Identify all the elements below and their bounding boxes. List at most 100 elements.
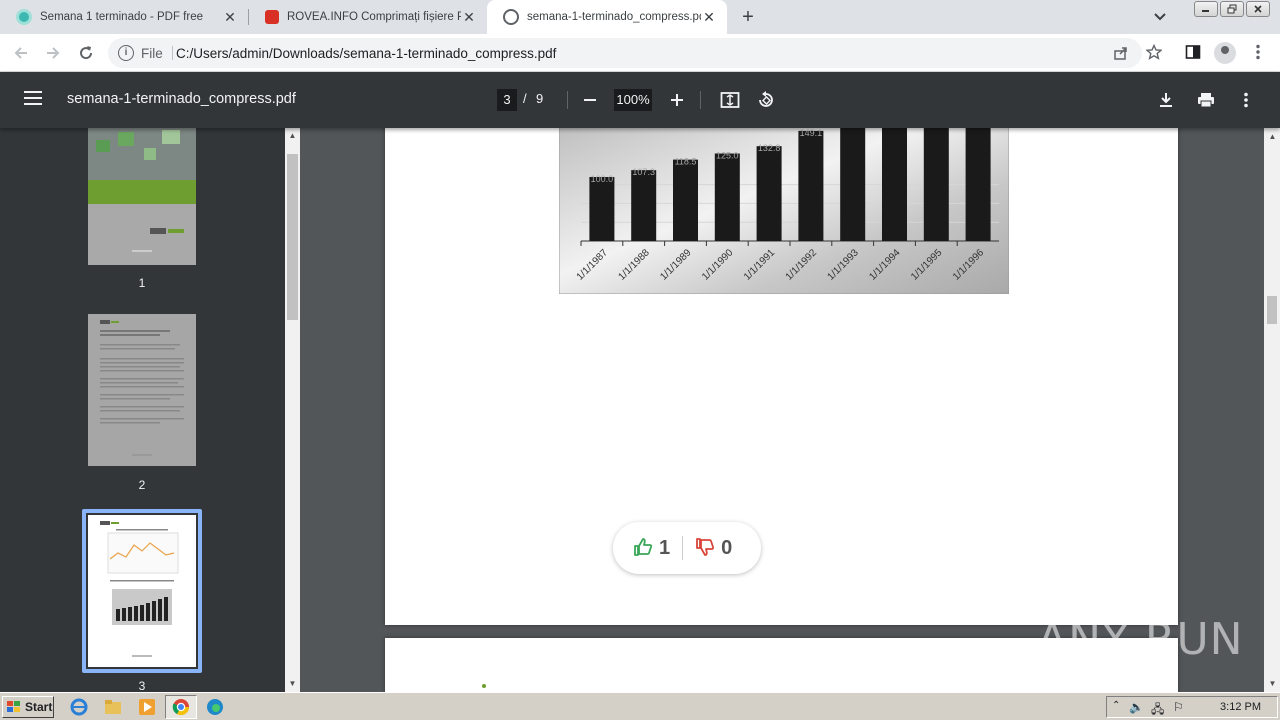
share-icon[interactable] (1113, 45, 1129, 61)
network-icon[interactable]: 🖧 (1151, 700, 1164, 720)
globe-icon (503, 9, 519, 25)
media-player-icon[interactable] (138, 698, 156, 716)
tab-title: Semana 1 terminado - PDF free (40, 11, 203, 23)
print-icon[interactable] (1194, 88, 1218, 112)
chart-bar (965, 128, 991, 241)
minimize-button[interactable] (1194, 1, 1218, 17)
main-scroll-thumb[interactable] (1267, 296, 1277, 324)
windows-logo-icon (7, 701, 20, 712)
volume-icon[interactable]: 🔈 (1129, 700, 1144, 714)
browser-toolbar: i File C:/Users/admin/Downloads/semana-1… (0, 34, 1280, 72)
toolbar-divider (567, 91, 568, 109)
vote-widget: 1 0 (613, 522, 761, 574)
thumbnail-page-3[interactable] (88, 515, 196, 667)
edge-icon[interactable] (206, 698, 224, 716)
tab-favicon-icon (265, 10, 279, 24)
thumbnail-page-2[interactable] (88, 314, 196, 466)
menu-icon[interactable] (24, 91, 42, 105)
rotate-icon[interactable] (754, 88, 778, 112)
pdf-document-area[interactable]: 100.0 1/1/1987 107.3 1/1/1988 118.5 1/1/1989 1… (300, 128, 1264, 692)
start-label: Start (25, 700, 53, 714)
tab-rovea[interactable]: ROVEA.INFO Comprimați fișiere PDF ✕ (249, 0, 487, 34)
chrome-icon (172, 699, 190, 716)
side-panel-icon[interactable] (1185, 44, 1201, 60)
chart-bar (714, 153, 740, 241)
chart-bar (589, 177, 615, 241)
tab-semana-pdf-free[interactable]: Semana 1 terminado - PDF free ✕ (0, 0, 248, 34)
scroll-down-arrow-icon[interactable]: ▼ (288, 679, 297, 688)
sidebar-scroll-thumb[interactable] (287, 154, 298, 320)
chrome-menu-icon[interactable] (1250, 44, 1266, 60)
profile-avatar[interactable] (1214, 42, 1236, 64)
bullet-dot (482, 684, 486, 688)
thumbs-down-icon[interactable] (695, 537, 715, 560)
page-number-input[interactable]: 3 (497, 89, 517, 111)
fit-page-icon[interactable] (718, 88, 742, 112)
close-icon[interactable]: ✕ (222, 9, 238, 25)
thumbnail-number: 1 (138, 276, 146, 290)
tab-pdf-active[interactable]: semana-1-terminado_compress.pdf ✕ (487, 0, 727, 34)
start-button[interactable]: Start (2, 696, 54, 718)
clock: 3:12 PM (1220, 701, 1261, 713)
zoom-input[interactable]: 100% (614, 89, 652, 111)
forward-icon[interactable] (42, 42, 64, 64)
close-icon[interactable]: ✕ (701, 9, 717, 25)
reload-icon[interactable] (75, 42, 97, 64)
chrome-taskbar-button[interactable] (165, 695, 197, 719)
data-label: 107.3 (632, 167, 655, 177)
chart-bar (756, 146, 782, 241)
flag-icon[interactable]: ⚐ (1173, 700, 1184, 714)
data-label: 132.8 (758, 143, 781, 153)
internet-explorer-icon[interactable] (70, 698, 88, 716)
anyrun-watermark: ANY RUN (1037, 614, 1244, 665)
system-tray: ⌃ 🔈 🖧 ⚐ 3:12 PM (1106, 696, 1278, 718)
address-bar[interactable]: i File C:/Users/admin/Downloads/semana-1… (108, 38, 1142, 68)
bookmark-star-icon[interactable] (1146, 44, 1162, 60)
bar-chart: 100.01/1/1987107.31/1/1988118.51/1/19891… (559, 128, 1009, 294)
data-label: 100.0 (591, 174, 614, 184)
chart-bar (673, 159, 698, 241)
data-label: 118.5 (675, 157, 697, 167)
pdf-page-3: 100.0 1/1/1987 107.3 1/1/1988 118.5 1/1/1989 1… (385, 128, 1178, 625)
tab-title: ROVEA.INFO Comprimați fișiere PDF (287, 11, 461, 23)
new-tab-button[interactable]: + (737, 6, 759, 28)
zoom-in-icon[interactable] (665, 88, 689, 112)
document-title: semana-1-terminado_compress.pdf (67, 91, 296, 107)
downvote-count: 0 (721, 536, 733, 559)
scroll-down-arrow-icon[interactable]: ▼ (1268, 679, 1277, 688)
more-icon[interactable] (1234, 88, 1258, 112)
chart-bar (923, 128, 949, 241)
thumbnail-page-1[interactable] (88, 128, 196, 265)
close-window-button[interactable] (1246, 1, 1270, 17)
back-icon[interactable] (10, 42, 32, 64)
tray-expand-icon[interactable]: ⌃ (1112, 700, 1120, 711)
zoom-out-icon[interactable] (578, 88, 602, 112)
main-scrollbar[interactable]: ▲ ▼ (1264, 128, 1280, 692)
file-explorer-icon[interactable] (104, 698, 122, 716)
thumbs-up-icon[interactable] (633, 537, 653, 560)
toolbar-divider (700, 91, 701, 109)
chart-bar (882, 128, 907, 241)
url-scheme: File (141, 46, 163, 61)
tab-favicon-icon (16, 9, 32, 25)
thumbnail-1-preview (88, 128, 196, 265)
restore-button[interactable] (1220, 1, 1244, 17)
scroll-up-arrow-icon[interactable]: ▲ (1268, 132, 1277, 141)
sidebar-scrollbar[interactable]: ▲ ▼ (285, 128, 300, 692)
omnibox-divider (172, 46, 173, 60)
close-icon[interactable]: ✕ (461, 9, 477, 25)
url-text[interactable]: C:/Users/admin/Downloads/semana-1-termin… (176, 46, 556, 61)
chart-bar (631, 170, 657, 241)
page-total: 9 (536, 91, 544, 106)
windows-taskbar: Start ⌃ 🔈 🖧 ⚐ 3:12 PM (0, 692, 1280, 720)
vote-divider (682, 536, 684, 560)
thumbnail-3-preview (88, 515, 196, 667)
chart-bar (798, 130, 824, 241)
chart-bar (840, 128, 866, 241)
page-separator: / (523, 91, 527, 106)
scroll-up-arrow-icon[interactable]: ▲ (288, 131, 297, 140)
thumbnail-number: 3 (138, 679, 146, 692)
info-icon[interactable]: i (118, 45, 134, 61)
download-icon[interactable] (1154, 88, 1178, 112)
tab-search-chevron-icon[interactable] (1150, 8, 1170, 26)
